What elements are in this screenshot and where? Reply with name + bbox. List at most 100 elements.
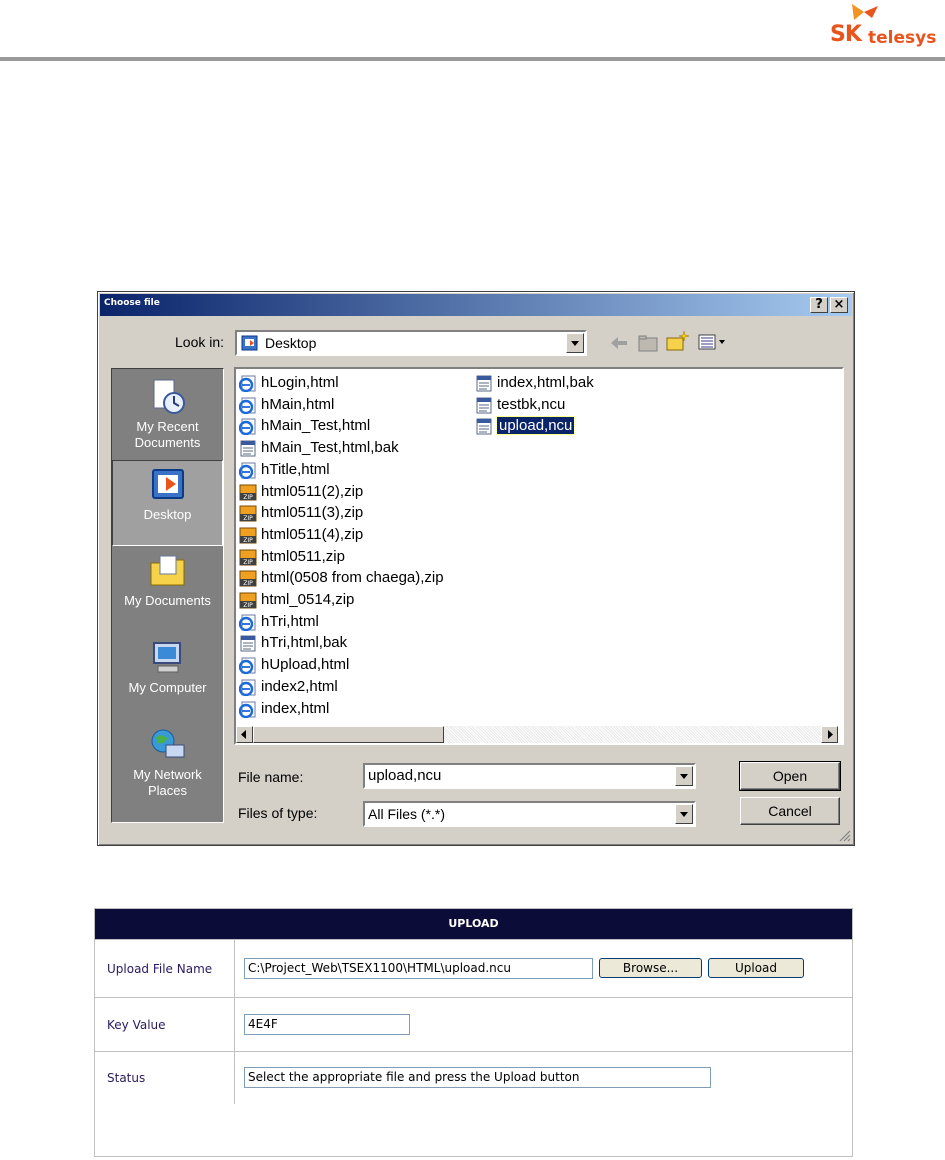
file-item[interactable]: ZIP html0511(2),zip <box>238 482 363 503</box>
generic-file-icon <box>240 635 256 652</box>
file-item-name: hTri,html <box>261 612 319 630</box>
html-file-icon <box>239 397 256 414</box>
file-item-name: hTitle,html <box>261 460 330 478</box>
scroll-right-button[interactable] <box>821 726 838 743</box>
html-file-icon <box>239 701 256 718</box>
zip-file-icon: ZIP <box>239 527 257 544</box>
file-item[interactable]: hMain_Test,html <box>238 416 370 437</box>
look-in-label: Look in: <box>175 334 225 350</box>
file-item[interactable]: ZIP html0511(3),zip <box>238 503 363 524</box>
place-label-documents: My Documents <box>124 593 211 608</box>
svg-text:ZIP: ZIP <box>243 494 253 501</box>
file-item[interactable]: hUpload,html <box>238 655 349 676</box>
file-item-name: upload,ncu <box>495 416 576 436</box>
status-input[interactable]: Select the appropriate file and press th… <box>244 1067 711 1088</box>
file-item[interactable]: hTri,html,bak <box>238 633 347 654</box>
place-label-network: My Network Places <box>133 767 202 798</box>
sk-telesys-logo: SK telesys <box>826 2 944 52</box>
file-item-name: hTri,html,bak <box>261 634 348 652</box>
file-item[interactable]: hMain_Test,html,bak <box>238 438 399 459</box>
upload-file-path-input[interactable]: C:\Project_Web\TSEX1100\HTML\upload.ncu <box>244 958 593 979</box>
upload-file-name-label: Upload File Name <box>95 940 235 997</box>
file-item[interactable]: testbk,ncu <box>474 395 565 416</box>
up-folder-icon[interactable] <box>638 334 658 352</box>
file-name-dropdown-arrow[interactable] <box>675 766 693 786</box>
files-of-type-dropdown-arrow[interactable] <box>675 804 693 824</box>
place-my-computer[interactable]: My Computer <box>112 634 223 720</box>
look-in-dropdown-arrow[interactable] <box>566 333 584 353</box>
file-item[interactable]: hTri,html <box>238 612 319 633</box>
file-item[interactable]: hLogin,html <box>238 373 339 394</box>
file-item[interactable]: ZIP html_0514,zip <box>238 590 354 611</box>
file-item-name: html_0514,zip <box>261 591 355 608</box>
browse-button[interactable]: Browse... <box>599 958 702 978</box>
place-desktop[interactable]: Desktop <box>112 460 223 546</box>
status-row: Status Select the appropriate file and p… <box>95 1051 852 1156</box>
html-file-icon <box>239 462 256 479</box>
desktop-small-icon <box>241 335 258 351</box>
logo-sk-text: SK <box>830 22 862 47</box>
file-item[interactable]: index2,html <box>238 677 338 698</box>
place-label-recent: My Recent Documents <box>134 419 201 450</box>
file-item-name: hMain,html <box>261 395 335 413</box>
html-file-icon <box>239 614 256 631</box>
files-of-type-label: Files of type: <box>238 805 318 821</box>
file-item-name: hMain_Test,html <box>261 417 371 435</box>
close-button[interactable]: × <box>830 297 848 313</box>
recent-documents-icon <box>148 379 188 415</box>
svg-text:ZIP: ZIP <box>243 537 253 544</box>
file-item[interactable]: ZIP html0511,zip <box>238 547 345 568</box>
file-item-name: html0511(4),zip <box>261 525 364 543</box>
scroll-left-button[interactable] <box>236 726 253 743</box>
files-of-type-combo[interactable]: All Files (*.*) <box>363 801 696 827</box>
file-name-combo[interactable]: upload,ncu <box>363 763 696 789</box>
look-in-value: Desktop <box>265 335 317 351</box>
place-my-recent-documents[interactable]: My Recent Documents <box>112 373 223 459</box>
key-value-row: Key Value 4E4F <box>95 997 852 1051</box>
resize-grip-icon[interactable] <box>839 830 851 842</box>
file-item[interactable]: index,html,bak <box>474 373 594 394</box>
upload-button[interactable]: Upload <box>708 958 804 978</box>
file-item-name: hUpload,html <box>261 656 350 674</box>
file-item[interactable]: hMain,html <box>238 395 334 416</box>
svg-text:ZIP: ZIP <box>243 515 253 522</box>
html-file-icon <box>239 418 256 436</box>
help-button[interactable]: ? <box>810 297 828 313</box>
file-item-name: hLogin,html <box>261 374 339 391</box>
place-my-network-places[interactable]: My Network Places <box>112 721 223 807</box>
svg-text:ZIP: ZIP <box>243 602 253 609</box>
file-item[interactable]: ZIP html0511(4),zip <box>238 525 363 546</box>
open-button[interactable]: Open <box>739 761 841 791</box>
file-item-selected[interactable]: upload,ncu <box>474 416 576 437</box>
svg-text:ZIP: ZIP <box>243 559 253 566</box>
look-in-combo[interactable]: Desktop <box>235 330 587 356</box>
back-arrow-icon[interactable] <box>610 336 628 350</box>
new-folder-icon[interactable] <box>666 330 690 352</box>
key-value-input[interactable]: 4E4F <box>244 1014 410 1035</box>
generic-file-icon <box>476 375 492 392</box>
key-value-label: Key Value <box>95 998 235 1051</box>
file-list[interactable]: hLogin,html hMain,html hMain_Test,html hMai… <box>236 369 842 743</box>
file-item-name: html0511(3),zip <box>261 504 364 522</box>
file-item-name: testbk,ncu <box>497 395 566 413</box>
dialog-titlebar[interactable]: Choose file ? × <box>100 294 852 316</box>
sk-butterfly-icon <box>852 4 878 20</box>
file-item[interactable]: hTitle,html <box>238 460 330 481</box>
place-label-computer: My Computer <box>128 680 207 695</box>
scroll-thumb[interactable] <box>253 726 444 743</box>
view-menu-icon[interactable] <box>698 334 726 350</box>
html-file-icon <box>239 375 256 392</box>
cancel-button[interactable]: Cancel <box>740 797 840 825</box>
place-my-documents[interactable]: My Documents <box>112 547 223 633</box>
file-name-label: File name: <box>238 769 304 785</box>
file-item-name: hMain_Test,html,bak <box>261 439 399 457</box>
file-item[interactable]: index,html <box>238 699 329 720</box>
place-label-desktop: Desktop <box>143 507 192 522</box>
file-name-value: upload,ncu <box>368 767 442 784</box>
file-item[interactable]: ZIP html(0508 from chaega),zip <box>238 568 444 589</box>
generic-file-icon <box>240 440 256 457</box>
header-divider <box>0 57 945 61</box>
horizontal-scrollbar[interactable] <box>236 726 838 743</box>
zip-file-icon: ZIP <box>239 592 257 609</box>
dialog-title: Choose file <box>104 298 160 308</box>
